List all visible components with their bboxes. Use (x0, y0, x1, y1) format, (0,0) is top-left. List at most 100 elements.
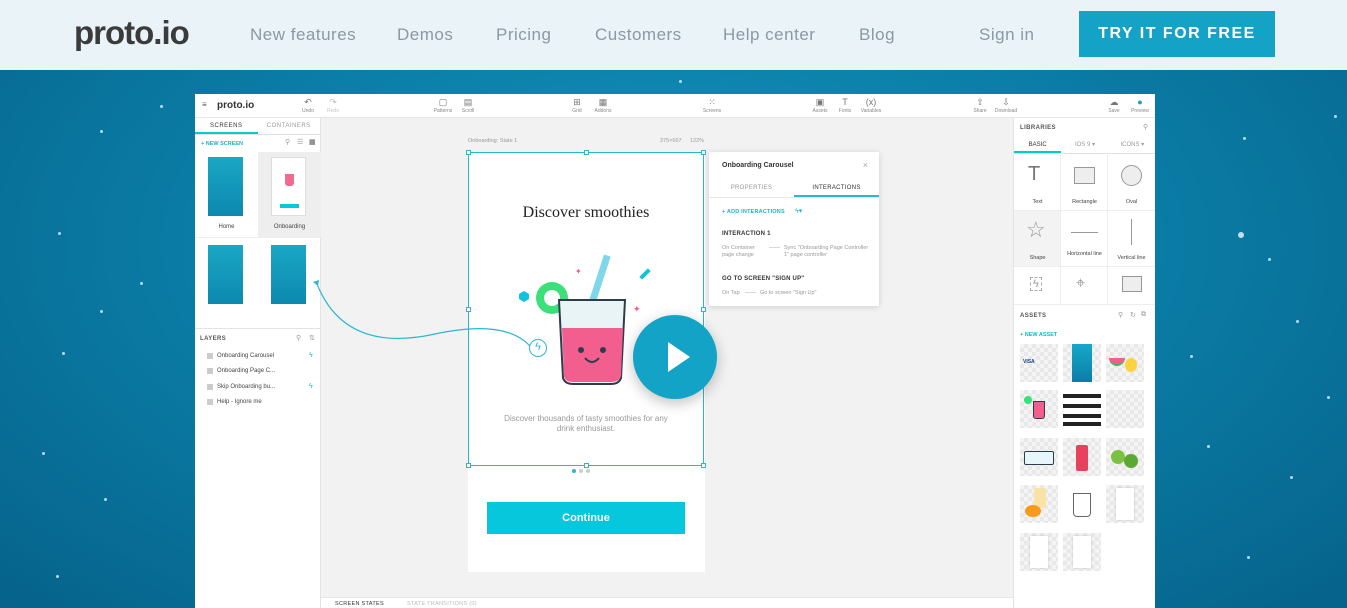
image-icon (1122, 276, 1142, 292)
shape-oval[interactable]: Oval (1108, 155, 1155, 211)
play-video-button[interactable] (633, 315, 717, 399)
download-button[interactable]: ⇩ Download (986, 97, 1026, 114)
sign-in-link[interactable]: Sign in (979, 25, 1034, 45)
asset-fruit[interactable] (1106, 344, 1144, 382)
logo[interactable]: proto.io (74, 14, 190, 52)
shape-shape[interactable]: ☆ Shape (1014, 211, 1061, 267)
shape-label: Shape (1029, 255, 1046, 261)
asset-card[interactable] (1020, 533, 1058, 571)
resize-handle[interactable] (466, 463, 471, 468)
shape-rectangle[interactable]: Rectangle (1061, 155, 1108, 211)
nav-link-help-center[interactable]: Help center (723, 25, 815, 45)
asset-limes[interactable] (1106, 438, 1144, 476)
lightning-icon[interactable]: ϟ▾ (795, 207, 802, 215)
scroll-button[interactable]: ▤ Scroll (448, 97, 488, 114)
page-dot[interactable] (572, 469, 576, 473)
shape-label: Oval (1125, 199, 1138, 205)
shape-crosshair[interactable]: ⌖ (1061, 267, 1108, 305)
asset-red-drink[interactable] (1063, 438, 1101, 476)
resize-handle[interactable] (701, 150, 706, 155)
shape-horizontal-line[interactable]: Horizontal line (1061, 211, 1108, 267)
layer-item[interactable]: Onboarding Page C... (207, 368, 275, 374)
lightning-icon: ϟ (309, 383, 313, 390)
nav-link-customers[interactable]: Customers (595, 25, 682, 45)
new-screen-button[interactable]: + NEW SCREEN (201, 141, 243, 147)
resize-handle[interactable] (466, 150, 471, 155)
resize-handle[interactable] (584, 150, 589, 155)
search-icon[interactable]: ⚲ (1118, 311, 1123, 319)
screen-thumb-3[interactable] (195, 240, 258, 326)
tab-state-transitions[interactable]: STATE TRANSITIONS (0) (407, 601, 477, 607)
asset-stripes[interactable] (1063, 390, 1101, 428)
arrow-line: —— (769, 245, 780, 251)
tab-basic[interactable]: BASIC (1014, 138, 1062, 153)
asset-cup-outline[interactable] (1063, 485, 1101, 523)
left-panel: SCREENS CONTAINERS + NEW SCREEN ⚲ ☰ ▦ Ho… (195, 118, 321, 608)
screen-thumb-home[interactable]: Home (195, 152, 258, 238)
try-free-button[interactable]: TRY IT FOR FREE (1079, 11, 1275, 57)
search-icon[interactable]: ⚲ (285, 138, 290, 146)
asset-mango[interactable] (1020, 485, 1058, 523)
continue-button[interactable]: Continue (487, 502, 685, 534)
star (42, 452, 45, 455)
asset-card[interactable] (1063, 533, 1101, 571)
preview-button[interactable]: ● Preview (1120, 97, 1155, 114)
screen-thumb-onboarding[interactable]: Onboarding (258, 152, 321, 238)
lime-icon (1024, 396, 1032, 404)
screens-button[interactable]: ⁙ Screens (692, 97, 732, 114)
resize-handle[interactable] (701, 463, 706, 468)
lightning-icon[interactable]: ϟ (529, 339, 547, 357)
top-nav: proto.io New features Demos Pricing Cust… (0, 0, 1347, 70)
stripe (1063, 422, 1101, 426)
star (1207, 445, 1210, 448)
layer-icon (207, 384, 213, 390)
tab-interactions[interactable]: INTERACTIONS (794, 180, 879, 197)
tab-containers[interactable]: CONTAINERS (258, 118, 321, 134)
copy-icon[interactable]: ⧉ (1141, 311, 1146, 319)
tab-properties[interactable]: PROPERTIES (709, 180, 794, 197)
page-dot[interactable] (579, 469, 583, 473)
resize-handle[interactable] (584, 463, 589, 468)
shape-vertical-line[interactable]: Vertical line (1108, 211, 1155, 267)
tab-screen-states[interactable]: SCREEN STATES (335, 601, 384, 607)
page-dot[interactable] (586, 469, 590, 473)
asset-visa[interactable]: VISA (1020, 344, 1058, 382)
resize-handle[interactable] (701, 307, 706, 312)
search-icon[interactable]: ⚲ (296, 334, 301, 342)
asset-card[interactable] (1106, 485, 1144, 523)
cup-outline-icon (1073, 493, 1091, 517)
shape-text[interactable]: T Text (1014, 155, 1061, 211)
layer-item[interactable]: Skip Onboarding bu... (207, 384, 275, 390)
layer-item[interactable]: Onboarding Carousel (207, 353, 274, 359)
new-asset-button[interactable]: + NEW ASSET (1020, 332, 1057, 338)
nav-link-pricing[interactable]: Pricing (496, 25, 551, 45)
addons-button[interactable]: ▦ Addons (583, 97, 623, 114)
tab-ios9[interactable]: IOS 9 ▾ (1061, 138, 1108, 153)
variables-button[interactable]: (x) Variables (851, 97, 891, 114)
redo-icon: ↷ (329, 97, 337, 107)
redo-button[interactable]: ↷ Redo (313, 97, 353, 114)
variables-label: Variables (860, 108, 882, 114)
layer-item[interactable]: Help - Ignore me (207, 399, 262, 405)
asset-truck[interactable] (1020, 438, 1058, 476)
menu-icon[interactable]: ≡ (202, 101, 207, 109)
smoothie-icon (1033, 401, 1045, 419)
add-interactions-button[interactable]: + ADD INTERACTIONS (722, 209, 785, 215)
nav-link-new-features[interactable]: New features (250, 25, 356, 45)
shape-image[interactable] (1108, 267, 1155, 305)
tab-screens[interactable]: SCREENS (195, 118, 258, 134)
grid-view-icon[interactable]: ▦ (309, 138, 316, 146)
refresh-icon[interactable]: ↻ (1130, 311, 1136, 319)
nav-link-demos[interactable]: Demos (397, 25, 453, 45)
asset-empty[interactable] (1106, 390, 1144, 428)
search-icon[interactable]: ⚲ (1143, 123, 1148, 131)
fonts-label: Fonts (838, 108, 852, 114)
shape-hotspot[interactable]: ϟ (1014, 267, 1061, 305)
asset-gradient[interactable] (1063, 344, 1101, 382)
tab-icons[interactable]: ICONS ▾ (1109, 138, 1155, 153)
asset-smoothie[interactable] (1020, 390, 1058, 428)
nav-link-blog[interactable]: Blog (859, 25, 895, 45)
close-icon[interactable]: × (863, 160, 868, 170)
star (140, 282, 143, 285)
list-view-icon[interactable]: ☰ (297, 138, 303, 146)
